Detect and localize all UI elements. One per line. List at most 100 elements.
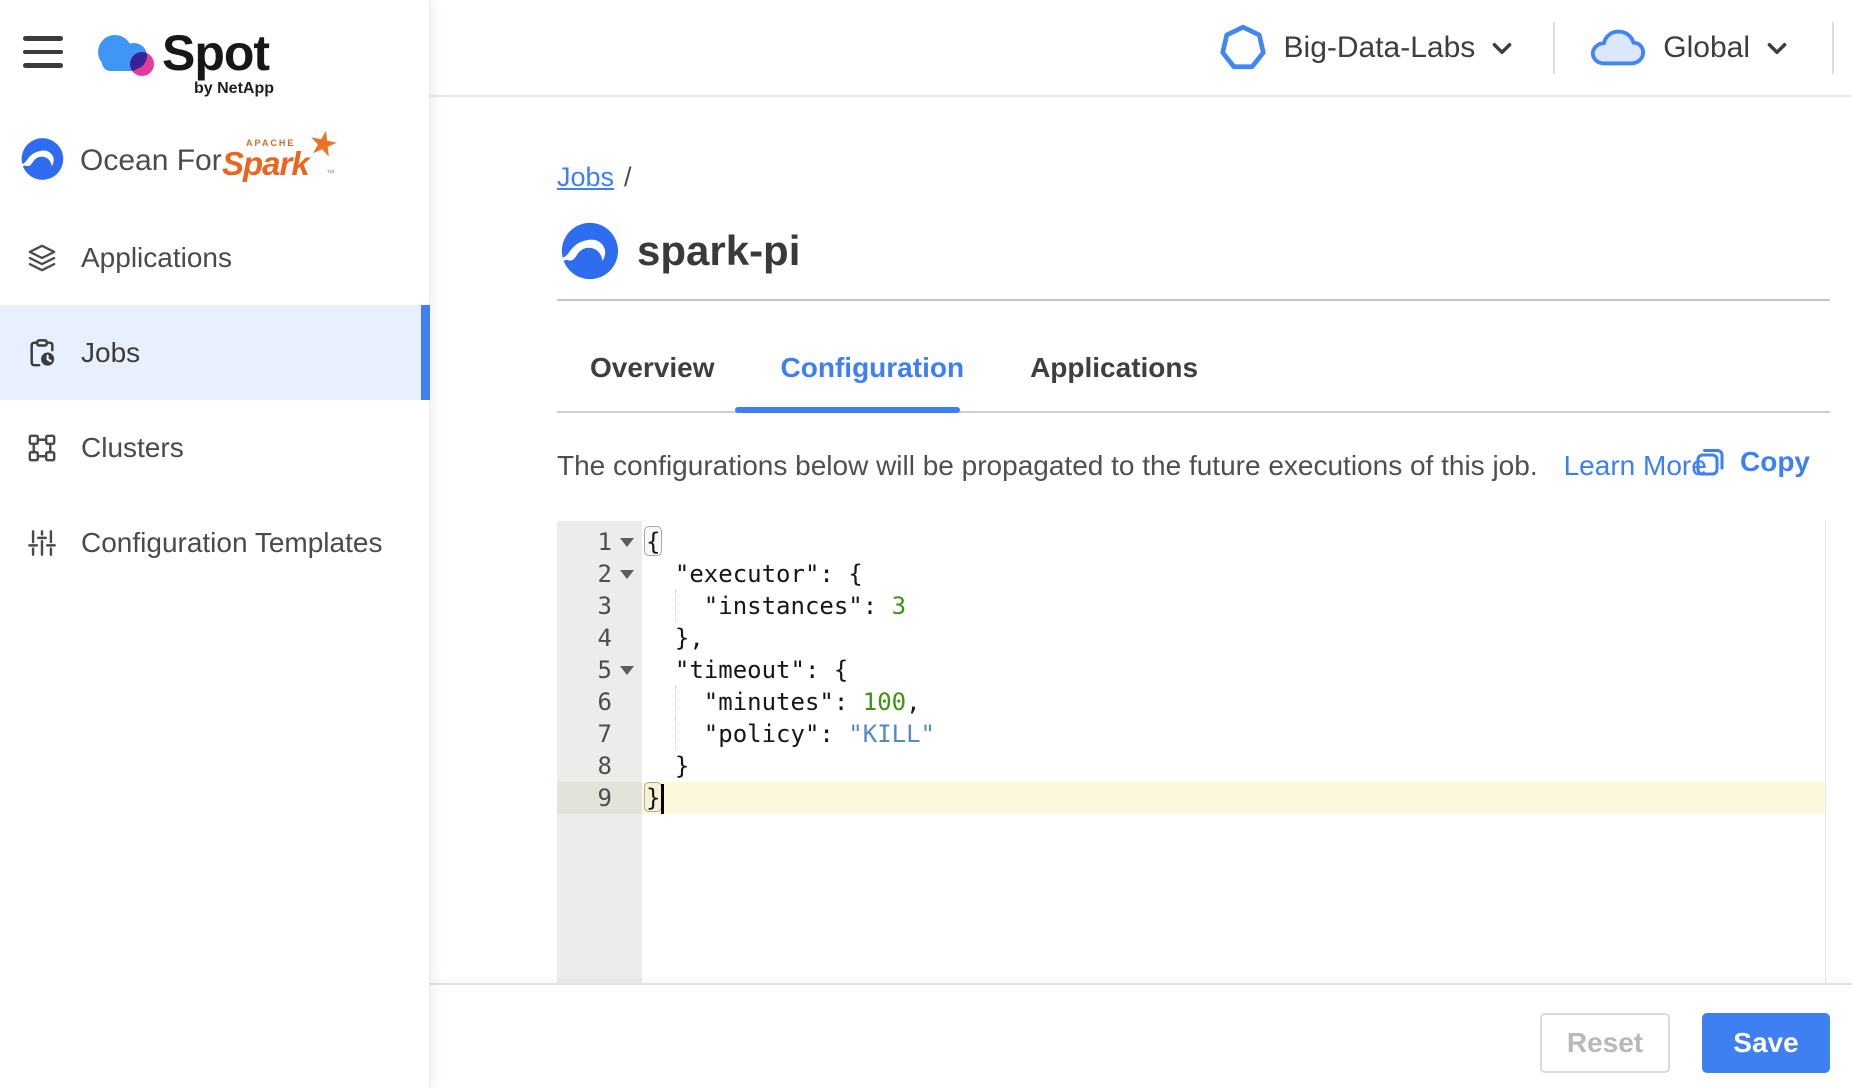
line-number: 3 xyxy=(557,592,612,620)
code-token: 3 xyxy=(892,592,906,620)
code-line[interactable]: } xyxy=(642,782,1825,814)
code-token: "timeout": { xyxy=(646,656,848,684)
sidebar-item-jobs[interactable]: Jobs xyxy=(0,305,430,400)
learn-more-link[interactable]: Learn More xyxy=(1564,450,1707,481)
clipboard-clock-icon xyxy=(27,338,57,368)
org-selector[interactable]: Big-Data-Labs xyxy=(1218,23,1516,73)
line-number: 1 xyxy=(557,528,612,556)
code-line[interactable]: "timeout": { xyxy=(642,654,1825,686)
fold-arrow-icon[interactable] xyxy=(612,538,636,547)
line-number: 9 xyxy=(557,784,612,812)
editor-gutter: 1 2 3 4 5 6 7 8 9 xyxy=(557,521,642,984)
sidebar-item-label: Jobs xyxy=(81,337,140,369)
code-line[interactable]: "minutes": 100, xyxy=(642,686,1825,718)
code-token: }, xyxy=(646,624,704,652)
cloud-icon xyxy=(1589,25,1647,71)
code-token: "minutes": xyxy=(646,688,863,716)
code-line[interactable]: "policy": "KILL" xyxy=(642,718,1825,750)
breadcrumb: Jobs / xyxy=(557,162,632,193)
spark-label: Spark xyxy=(222,145,309,183)
content-bottom-divider xyxy=(430,983,1852,985)
spark-star-icon: ★ xyxy=(304,121,342,166)
fold-arrow-icon[interactable] xyxy=(612,666,636,675)
code-line[interactable]: }, xyxy=(642,622,1825,654)
trademark: ™ xyxy=(326,168,335,178)
code-line[interactable]: } xyxy=(642,750,1825,782)
chevron-down-icon xyxy=(1764,35,1790,61)
line-number: 8 xyxy=(557,752,612,780)
scope-name: Global xyxy=(1663,31,1750,65)
indent-guide xyxy=(675,686,676,718)
scope-selector[interactable]: Global xyxy=(1589,25,1790,71)
code-token: "policy": xyxy=(646,720,848,748)
sidebar-item-label: Applications xyxy=(81,242,232,274)
code-token: } xyxy=(646,752,689,780)
org-name: Big-Data-Labs xyxy=(1284,31,1476,65)
line-number: 6 xyxy=(557,688,612,716)
active-tab-indicator xyxy=(735,407,960,413)
chevron-down-icon xyxy=(1489,35,1515,61)
header-separator xyxy=(1832,22,1834,74)
sidebar-item-configuration-templates[interactable]: Configuration Templates xyxy=(0,495,430,590)
product-name: Ocean For xyxy=(80,144,222,178)
code-line[interactable]: { xyxy=(642,526,1825,558)
gutter-line: 6 xyxy=(557,686,642,718)
gutter-line: 7 xyxy=(557,718,642,750)
sidebar-item-clusters[interactable]: Clusters xyxy=(0,400,430,495)
save-button[interactable]: Save xyxy=(1702,1013,1830,1073)
layers-icon xyxy=(27,243,57,273)
line-number: 7 xyxy=(557,720,612,748)
page-title-row: spark-pi xyxy=(557,220,800,282)
tab-configuration[interactable]: Configuration xyxy=(748,344,998,408)
copy-icon xyxy=(1694,446,1726,478)
tab-bar: Overview Configuration Applications xyxy=(557,344,1231,408)
gutter-line: 3 xyxy=(557,590,642,622)
sidebar-item-label: Configuration Templates xyxy=(81,527,382,559)
hamburger-menu-icon[interactable] xyxy=(23,36,63,70)
sidebar-item-label: Clusters xyxy=(81,432,184,464)
save-button-label: Save xyxy=(1733,1027,1798,1059)
code-token: 100 xyxy=(863,688,906,716)
spot-logo-text: Spot xyxy=(162,24,269,82)
gutter-line: 5 xyxy=(557,654,642,686)
page-title: spark-pi xyxy=(637,227,800,275)
reset-button-label: Reset xyxy=(1567,1027,1643,1059)
product-logo: Ocean For APACHE Spark ★ ™ xyxy=(18,136,418,184)
config-description-row: The configurations below will be propaga… xyxy=(557,450,1830,482)
json-config-editor[interactable]: 1 2 3 4 5 6 7 8 9 { "executor": { "instances": 3… xyxy=(557,521,1826,984)
breadcrumb-jobs-link[interactable]: Jobs xyxy=(557,162,614,192)
editor-code[interactable]: { "executor": { "instances": 3 }, "timeo… xyxy=(642,521,1825,984)
ocean-wave-icon xyxy=(18,136,64,182)
spot-byline: by NetApp xyxy=(194,80,274,98)
copy-button[interactable]: Copy xyxy=(1694,446,1810,478)
code-token: "instances": xyxy=(646,592,892,620)
sidebar-item-applications[interactable]: Applications xyxy=(0,210,430,305)
header-account-area: Big-Data-Labs Global xyxy=(1218,0,1852,96)
ocean-wave-icon xyxy=(557,220,619,282)
sidebar: Spot by NetApp Ocean For APACHE Spark ★ … xyxy=(0,0,430,1088)
line-number: 4 xyxy=(557,624,612,652)
code-line[interactable]: "executor": { xyxy=(642,558,1825,590)
tab-overview[interactable]: Overview xyxy=(557,344,748,408)
copy-button-label: Copy xyxy=(1740,446,1810,478)
sliders-icon xyxy=(27,528,57,558)
breadcrumb-separator: / xyxy=(624,162,632,192)
tab-applications[interactable]: Applications xyxy=(997,344,1231,408)
gutter-line: 4 xyxy=(557,622,642,654)
line-number: 5 xyxy=(557,656,612,684)
fold-arrow-icon[interactable] xyxy=(612,570,636,579)
code-token: "KILL" xyxy=(848,720,935,748)
gutter-line: 2 xyxy=(557,558,642,590)
reset-button[interactable]: Reset xyxy=(1540,1013,1670,1073)
spot-logo-cloud-icon xyxy=(92,26,158,82)
gutter-line: 1 xyxy=(557,526,642,558)
gutter-line: 9 xyxy=(557,782,642,814)
indent-guide xyxy=(675,718,676,750)
code-token: , xyxy=(906,688,920,716)
heptagon-icon xyxy=(1218,23,1268,73)
title-divider xyxy=(557,299,1830,301)
line-number: 2 xyxy=(557,560,612,588)
matched-bracket: { xyxy=(644,526,662,556)
matched-bracket: } xyxy=(644,782,662,812)
code-line[interactable]: "instances": 3 xyxy=(642,590,1825,622)
